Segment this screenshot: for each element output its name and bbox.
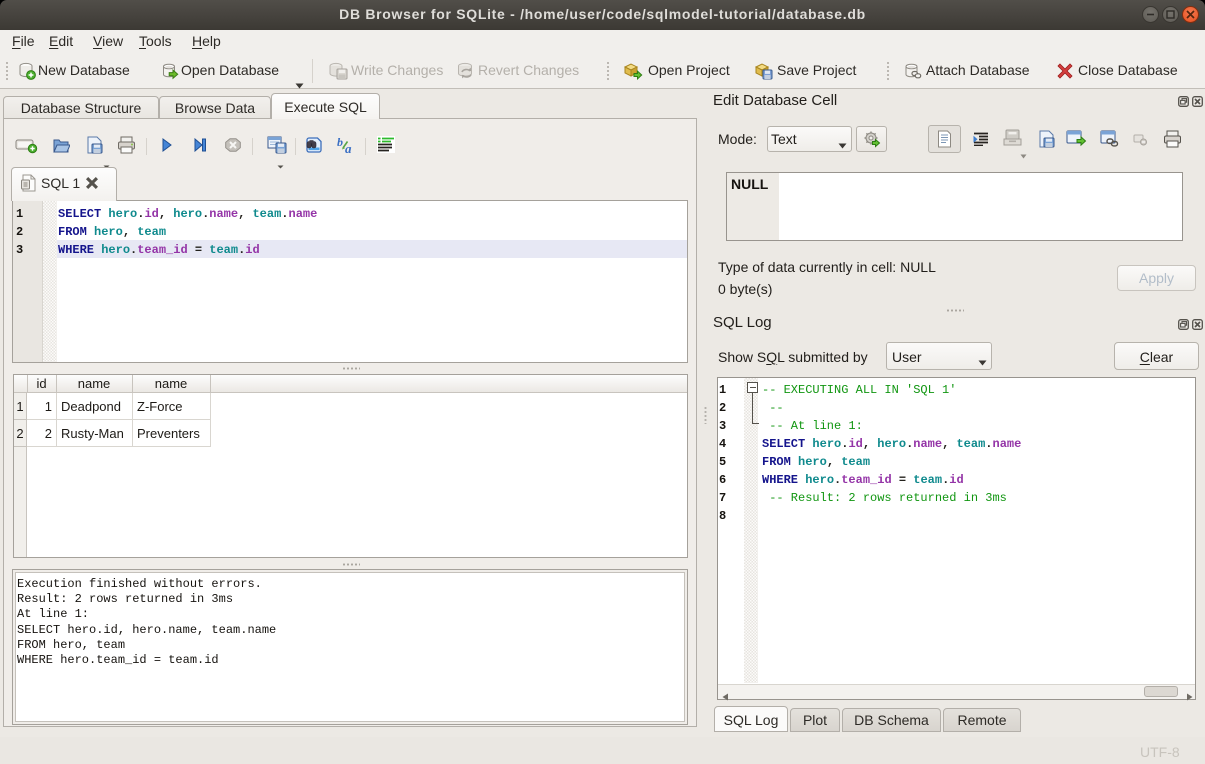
svg-text:b: b [337, 136, 343, 149]
